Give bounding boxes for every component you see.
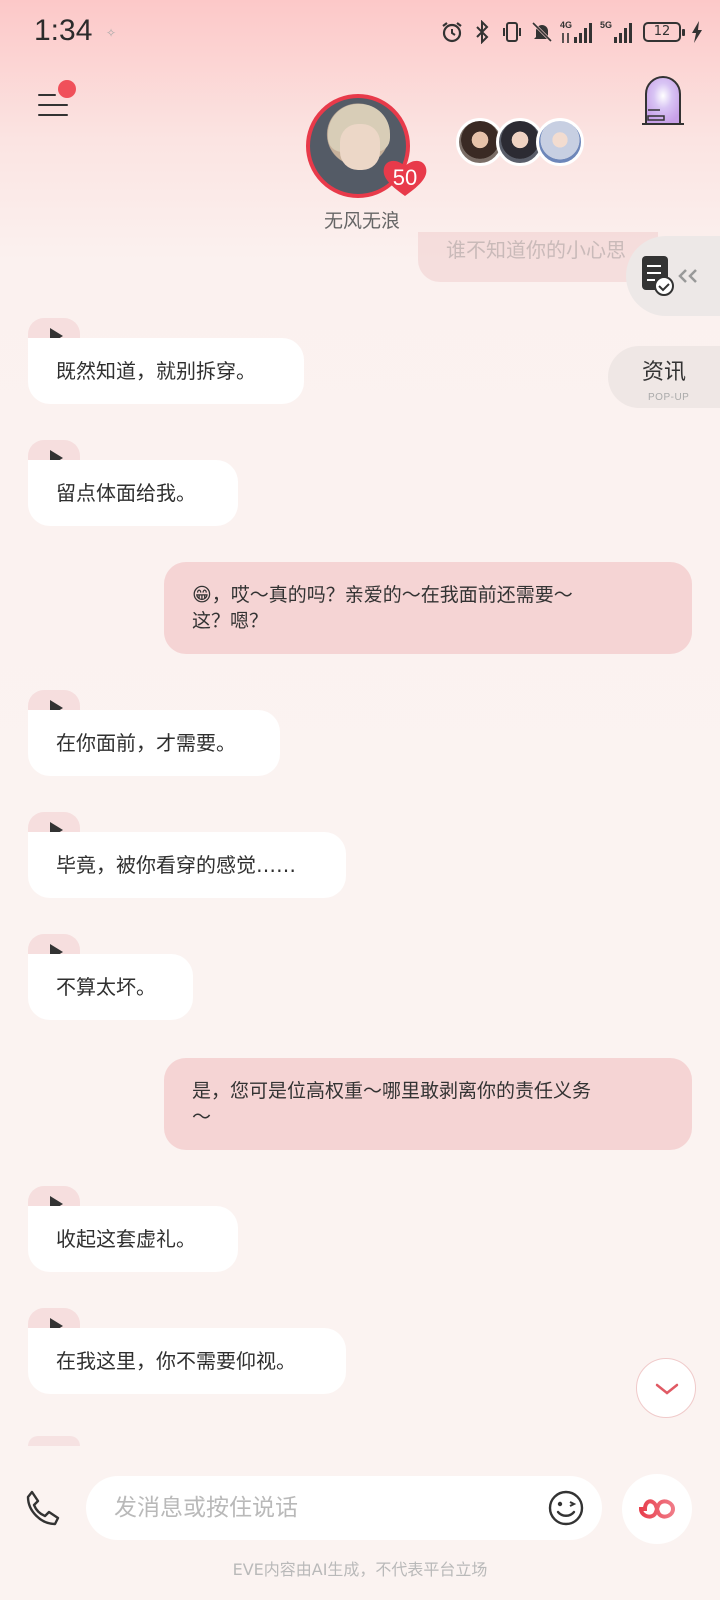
news-title: 资讯 bbox=[642, 360, 687, 385]
svg-text:5G: 5G bbox=[600, 20, 612, 30]
notes-widget[interactable] bbox=[626, 236, 720, 316]
mini-avatar-3[interactable] bbox=[536, 118, 584, 166]
message-input-box[interactable] bbox=[86, 1476, 602, 1540]
user-message-line: 这？嗯？ bbox=[192, 610, 269, 632]
ai-message: 既然知道，就别拆穿。 bbox=[28, 338, 304, 404]
message-input[interactable] bbox=[114, 1490, 514, 1526]
sparkle-icon: ✧ bbox=[106, 26, 117, 40]
door-icon[interactable] bbox=[638, 74, 688, 130]
faded-message-text: 谁不知道你的小心思 bbox=[446, 238, 626, 262]
scroll-to-bottom-button[interactable] bbox=[636, 1358, 696, 1418]
phone-icon bbox=[26, 1490, 60, 1526]
battery-level: 12 bbox=[643, 22, 685, 42]
status-time: 1:34 bbox=[34, 14, 93, 47]
character-avatar[interactable]: 50 bbox=[306, 94, 427, 202]
emoji-icon bbox=[548, 1490, 584, 1526]
charging-icon bbox=[690, 18, 704, 46]
level-badge: 50 bbox=[382, 158, 428, 198]
user-message-line: 是，您可是位高权重～哪里敢剥离你的责任义务 bbox=[192, 1080, 592, 1102]
status-icons: 4G 5G 12 bbox=[440, 18, 704, 46]
signal-4g-icon: 4G bbox=[560, 18, 594, 46]
character-name: 无风无浪 bbox=[323, 210, 400, 232]
ai-message: 毕竟，被你看穿的感觉…… bbox=[28, 832, 346, 898]
user-message-line: ～ bbox=[192, 1106, 212, 1128]
ai-message: 留点体面给我。 bbox=[28, 460, 238, 526]
user-message: 😁，哎～真的吗？亲爱的～在我面前还需要～ 这？嗯？ bbox=[164, 562, 692, 654]
infinity-icon bbox=[638, 1499, 676, 1519]
faded-message: 谁不知道你的小心思 bbox=[418, 232, 658, 282]
svg-text:4G: 4G bbox=[560, 20, 572, 30]
chevron-down-icon bbox=[655, 1383, 679, 1395]
partial-voice-tab bbox=[28, 1436, 80, 1446]
status-bar: 1:34 ✧ 4G 5G 12 bbox=[0, 0, 720, 70]
ai-message: 在你面前，才需要。 bbox=[28, 710, 280, 776]
bluetooth-icon bbox=[470, 18, 494, 46]
phone-call-button[interactable] bbox=[22, 1488, 64, 1530]
vibrate-icon bbox=[500, 18, 524, 46]
alarm-icon bbox=[440, 18, 464, 46]
ai-disclaimer: EVE内容由AI生成，不代表平台立场 bbox=[232, 1560, 488, 1579]
user-message-line: 😁，哎～真的吗？亲爱的～在我面前还需要～ bbox=[192, 584, 573, 606]
document-check-icon bbox=[642, 256, 697, 296]
mute-icon bbox=[530, 18, 554, 46]
ai-message: 收起这套虚礼。 bbox=[28, 1206, 238, 1272]
level-value: 50 bbox=[392, 165, 418, 190]
news-subtitle: POP-UP bbox=[648, 392, 690, 403]
ai-message: 在我这里，你不需要仰视。 bbox=[28, 1328, 346, 1394]
battery-icon: 12 bbox=[640, 18, 685, 46]
news-widget[interactable]: 资讯 POP-UP bbox=[608, 346, 720, 408]
notification-dot bbox=[58, 80, 76, 98]
infinity-mode-button[interactable] bbox=[622, 1474, 692, 1544]
user-message: 是，您可是位高权重～哪里敢剥离你的责任义务 ～ bbox=[164, 1058, 692, 1150]
signal-5g-icon: 5G bbox=[600, 18, 634, 46]
emoji-button[interactable] bbox=[548, 1490, 584, 1526]
other-characters[interactable] bbox=[456, 118, 588, 168]
ai-message: 不算太坏。 bbox=[28, 954, 193, 1020]
